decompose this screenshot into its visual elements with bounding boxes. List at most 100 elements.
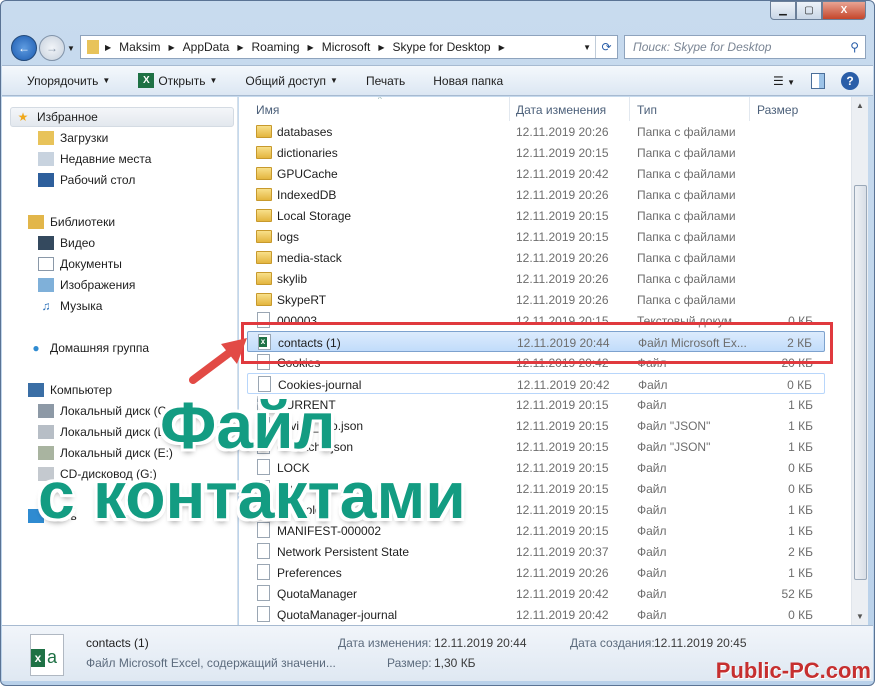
file-row[interactable]: logs 12.11.2019 20:15 Папка с файлами xyxy=(247,226,825,247)
scroll-down-icon[interactable]: ▼ xyxy=(852,612,868,621)
sidebar-label: Музыка xyxy=(60,299,103,313)
sidebar-label: Загрузки xyxy=(60,131,109,145)
sidebar-item-disk-c[interactable]: Локальный диск (C:) xyxy=(38,401,174,421)
file-date: 12.11.2019 20:15 xyxy=(516,482,609,496)
sidebar-item-music[interactable]: ♫ Музыка xyxy=(38,296,103,316)
column-header-date[interactable]: Дата изменения xyxy=(516,103,606,117)
breadcrumb-skype[interactable]: Skype for Desktop xyxy=(393,40,491,54)
breadcrumb-appdata[interactable]: AppData xyxy=(183,40,230,54)
file-row[interactable]: QuotaManager 12.11.2019 20:42 Файл 52 КБ xyxy=(247,583,825,604)
scrollbar-thumb[interactable] xyxy=(854,185,867,580)
homegroup-icon: ● xyxy=(32,341,40,355)
recent-pages-dropdown[interactable]: ▼ xyxy=(67,44,75,53)
close-button[interactable]: X xyxy=(822,1,866,20)
file-row[interactable]: SkypeRT 12.11.2019 20:26 Папка с файлами xyxy=(247,289,825,310)
details-modified-label: Дата изменения: xyxy=(338,636,432,650)
sidebar-label: Домашняя группа xyxy=(50,341,150,355)
file-date: 12.11.2019 20:15 xyxy=(516,524,609,538)
organize-label: Упорядочить xyxy=(27,73,99,88)
system-disk-icon xyxy=(38,404,54,418)
column-header-name[interactable]: Имя xyxy=(256,103,279,117)
search-icon[interactable]: ⚲ xyxy=(850,40,859,54)
file-type: Файл xyxy=(637,587,667,601)
sidebar-item-video[interactable]: Видео xyxy=(38,233,95,253)
file-row[interactable]: Network Persistent State 12.11.2019 20:37… xyxy=(247,541,825,562)
organize-button[interactable]: Упорядочить ▼ xyxy=(27,74,110,88)
file-type: Папка с файлами xyxy=(637,188,736,202)
sidebar-item-disk-d[interactable]: Локальный диск (D:) xyxy=(38,422,174,442)
file-row[interactable]: Local Storage 12.11.2019 20:15 Папка с фай… xyxy=(247,205,825,226)
chevron-right-icon[interactable]: ▶ xyxy=(378,43,384,52)
file-row[interactable]: GPUCache 12.11.2019 20:42 Папка с файлами xyxy=(247,163,825,184)
sidebar-item-favorites[interactable]: ★ Избранное xyxy=(10,107,234,127)
excel-icon: X xyxy=(138,73,155,88)
scroll-up-icon[interactable]: ▲ xyxy=(852,101,868,110)
file-name: QuotaManager xyxy=(277,587,358,601)
recent-places-icon xyxy=(38,152,54,166)
file-row[interactable]: dictionaries 12.11.2019 20:15 Папка с файл… xyxy=(247,142,825,163)
breadcrumb-microsoft[interactable]: Microsoft xyxy=(322,40,371,54)
breadcrumb-maksim[interactable]: Maksim xyxy=(119,40,160,54)
back-button[interactable]: ← xyxy=(11,35,37,61)
address-dropdown-icon[interactable]: ▼ xyxy=(583,43,591,52)
file-row[interactable]: media-stack 12.11.2019 20:26 Папка с файла… xyxy=(247,247,825,268)
preview-pane-icon[interactable] xyxy=(811,72,825,89)
sidebar-item-libraries[interactable]: Библиотеки xyxy=(28,212,115,232)
sidebar-item-recent[interactable]: Недавние места xyxy=(38,149,151,169)
file-row[interactable]: databases 12.11.2019 20:26 Папка с файлами xyxy=(247,121,825,142)
watermark: Public-PC.com xyxy=(715,658,871,683)
chevron-right-icon[interactable]: ▶ xyxy=(105,43,111,52)
new-folder-button[interactable]: Новая папка xyxy=(433,74,503,88)
video-icon xyxy=(38,236,54,250)
folder-icon xyxy=(87,40,99,54)
maximize-button[interactable]: ▢ xyxy=(796,1,822,20)
print-button[interactable]: Печать xyxy=(366,74,405,88)
file-type: Папка с файлами xyxy=(637,125,736,139)
file-date: 12.11.2019 20:37 xyxy=(516,545,609,559)
computer-icon xyxy=(28,383,44,397)
file-icon xyxy=(257,564,270,580)
sidebar-item-documents[interactable]: Документы xyxy=(38,254,122,274)
view-options-icon[interactable]: ☰ ▼ xyxy=(773,74,795,88)
refresh-button[interactable]: ⟳ xyxy=(595,36,617,58)
file-icon xyxy=(257,585,270,601)
chevron-right-icon[interactable]: ▶ xyxy=(237,43,243,52)
chevron-right-icon[interactable]: ▶ xyxy=(308,43,314,52)
file-type: Файл "JSON" xyxy=(637,419,711,433)
address-bar[interactable]: ▶ Maksim ▶ AppData ▶ Roaming ▶ Microsoft ▶ S… xyxy=(80,35,618,59)
details-size-label: Размер: xyxy=(387,656,432,670)
share-button[interactable]: Общий доступ ▼ xyxy=(245,74,338,88)
window-controls: ▁ ▢ X xyxy=(770,1,866,20)
file-row[interactable]: IndexedDB 12.11.2019 20:26 Папка с файлами xyxy=(247,184,825,205)
file-row[interactable]: skylib 12.11.2019 20:26 Папка с файлами xyxy=(247,268,825,289)
file-name: skylib xyxy=(277,272,308,286)
vertical-scrollbar[interactable]: ▲ ▼ xyxy=(851,97,868,625)
sidebar-label: Документы xyxy=(60,257,122,271)
column-header-size[interactable]: Размер xyxy=(757,103,798,117)
help-icon[interactable]: ? xyxy=(841,71,859,90)
sidebar-item-computer[interactable]: Компьютер xyxy=(28,380,112,400)
file-date: 12.11.2019 20:15 xyxy=(516,398,609,412)
file-name: IndexedDB xyxy=(277,188,337,202)
sidebar-item-images[interactable]: Изображения xyxy=(38,275,135,295)
file-type: Файл "JSON" xyxy=(637,440,711,454)
search-input[interactable]: Поиск: Skype for Desktop ⚲ xyxy=(624,35,866,59)
chevron-right-icon[interactable]: ▶ xyxy=(169,43,175,52)
chevron-right-icon[interactable]: ▶ xyxy=(499,43,505,52)
open-button[interactable]: X Открыть ▼ xyxy=(138,73,217,88)
breadcrumb-roaming[interactable]: Roaming xyxy=(252,40,300,54)
column-header-type[interactable]: Тип xyxy=(637,103,657,117)
file-date: 12.11.2019 20:42 xyxy=(516,608,609,622)
sidebar-item-desktop[interactable]: Рабочий стол xyxy=(38,170,135,190)
file-size: 2 КБ xyxy=(788,545,813,559)
file-size: 1 КБ xyxy=(788,398,813,412)
sidebar-item-downloads[interactable]: Загрузки xyxy=(38,128,108,148)
file-row[interactable]: Preferences 12.11.2019 20:26 Файл 1 КБ xyxy=(247,562,825,583)
new-folder-label: Новая папка xyxy=(433,73,504,88)
sidebar-item-homegroup[interactable]: ● Домашняя группа xyxy=(28,338,149,358)
file-size: 1 КБ xyxy=(788,440,813,454)
search-placeholder: Поиск: Skype for Desktop xyxy=(633,40,772,54)
file-row[interactable]: QuotaManager-journal 12.11.2019 20:42 Файл… xyxy=(247,604,825,625)
forward-button[interactable]: → xyxy=(39,35,65,61)
minimize-button[interactable]: ▁ xyxy=(770,1,796,20)
